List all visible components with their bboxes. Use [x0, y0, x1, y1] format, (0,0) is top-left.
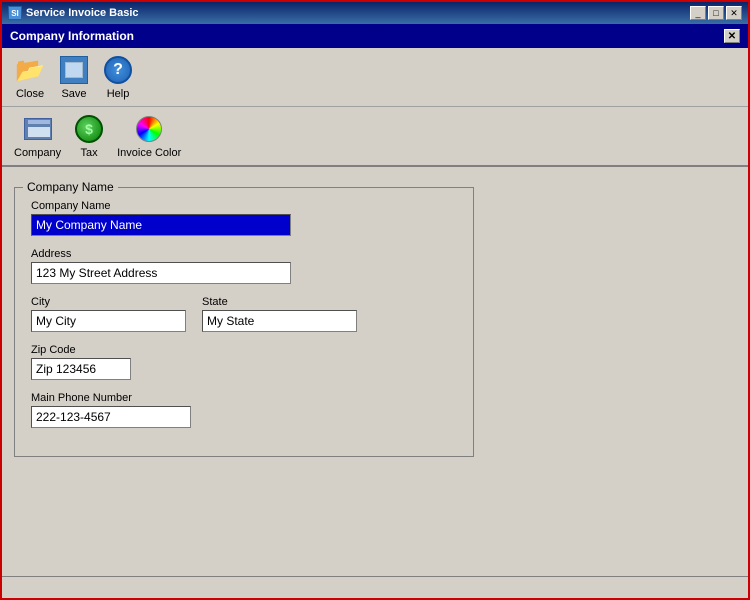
address-label: Address: [31, 248, 457, 260]
title-bar-left: SI Service Invoice Basic: [8, 6, 139, 20]
state-label: State: [202, 296, 357, 308]
company-name-input[interactable]: [31, 214, 291, 236]
state-input[interactable]: [202, 310, 357, 332]
main-content: Company Name Company Name Address City: [2, 167, 748, 576]
zip-input[interactable]: [31, 358, 131, 380]
zip-group: Zip Code: [31, 344, 457, 380]
tax-icon: $: [73, 113, 105, 145]
company-name-group: Company Name: [31, 200, 457, 236]
close-button[interactable]: 📂 Close: [10, 52, 50, 102]
app-icon: SI: [8, 6, 22, 20]
close-window-button[interactable]: ✕: [726, 6, 742, 20]
maximize-button[interactable]: □: [708, 6, 724, 20]
minimize-button[interactable]: _: [690, 6, 706, 20]
window-title: Service Invoice Basic: [26, 7, 139, 19]
group-box-label: Company Name: [23, 180, 118, 194]
phone-label: Main Phone Number: [31, 392, 457, 404]
save-icon: [58, 54, 90, 86]
invoice-color-button[interactable]: Invoice Color: [113, 111, 185, 161]
state-field-container: State: [202, 296, 357, 332]
phone-input[interactable]: [31, 406, 191, 428]
close-icon: 📂: [14, 54, 46, 86]
city-input[interactable]: [31, 310, 186, 332]
phone-group: Main Phone Number: [31, 392, 457, 428]
company-icon: [22, 113, 54, 145]
city-state-group: City State: [31, 296, 457, 332]
help-button[interactable]: ? Help: [98, 52, 138, 102]
title-bar-buttons: _ □ ✕: [690, 6, 742, 20]
invoice-color-label: Invoice Color: [117, 147, 181, 159]
city-state-row: City State: [31, 296, 457, 332]
save-button[interactable]: Save: [54, 52, 94, 102]
company-name-label: Company Name: [31, 200, 457, 212]
toolbar-secondary: Company $ Tax Invoice Color: [2, 107, 748, 167]
invoice-color-icon: [133, 113, 165, 145]
company-label: Company: [14, 147, 61, 159]
close-label: Close: [16, 88, 44, 100]
help-label: Help: [107, 88, 130, 100]
city-label: City: [31, 296, 186, 308]
help-icon: ?: [102, 54, 134, 86]
dialog-bar: Company Information ✕: [2, 24, 748, 48]
tax-label: Tax: [81, 147, 98, 159]
dialog-title: Company Information: [10, 29, 134, 43]
toolbar-main: 📂 Close Save ? Help: [2, 48, 748, 107]
company-group-box: Company Name Company Name Address City: [14, 187, 474, 457]
address-group: Address: [31, 248, 457, 284]
dialog-close-button[interactable]: ✕: [724, 29, 740, 43]
tax-button[interactable]: $ Tax: [69, 111, 109, 161]
zip-label: Zip Code: [31, 344, 457, 356]
city-field-container: City: [31, 296, 186, 332]
window-frame: SI Service Invoice Basic _ □ ✕ Company I…: [0, 0, 750, 600]
status-bar: [2, 576, 748, 598]
save-label: Save: [61, 88, 86, 100]
address-input[interactable]: [31, 262, 291, 284]
company-button[interactable]: Company: [10, 111, 65, 161]
title-bar: SI Service Invoice Basic _ □ ✕: [2, 2, 748, 24]
